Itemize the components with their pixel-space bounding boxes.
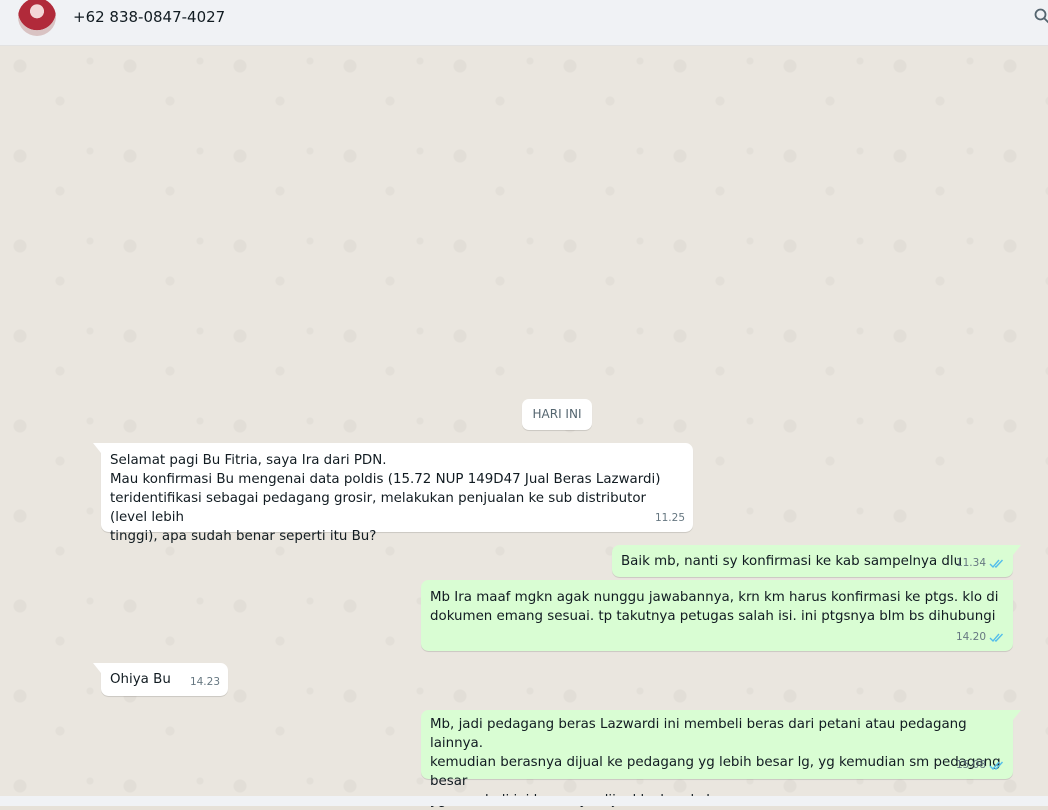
message-text: Baik mb, nanti sy konfirmasi ke kab samp… xyxy=(621,554,963,569)
double-check-icon xyxy=(989,559,1004,569)
date-divider: HARI INI xyxy=(522,399,592,430)
message-text: Selamat pagi Bu Fitria, saya Ira dari PD… xyxy=(110,453,661,544)
bubble-tail xyxy=(1013,710,1021,720)
double-check-icon xyxy=(989,633,1004,643)
message-meta: 14.23 xyxy=(190,673,220,692)
bubble-tail xyxy=(93,663,101,673)
message-time: 14.20 xyxy=(955,631,986,643)
message-outgoing[interactable]: Baik mb, nanti sy konfirmasi ke kab samp… xyxy=(612,545,1021,577)
message-meta: 11.34 xyxy=(956,554,1005,573)
search-icon[interactable] xyxy=(1034,8,1048,24)
double-check-icon xyxy=(989,761,1004,771)
bubble-tail xyxy=(1013,545,1021,555)
message-incoming[interactable]: Ohiya Bu 14.23 xyxy=(93,663,228,696)
message-time: 11.25 xyxy=(654,512,685,524)
message-meta: 15.08 xyxy=(956,756,1005,775)
message-time: 15.08 xyxy=(955,759,986,771)
message-meta: 14.20 xyxy=(956,628,1005,647)
contact-name[interactable]: +62 838-0847-4027 xyxy=(73,8,225,26)
bubble-tail xyxy=(93,443,101,453)
message-text: Mb Ira maaf mgkn agak nunggu jawabannya,… xyxy=(430,590,999,624)
message-outgoing[interactable]: Mb, jadi pedagang beras Lazwardi ini mem… xyxy=(421,710,1021,808)
message-time: 11.34 xyxy=(955,557,986,569)
chat-header: +62 838-0847-4027 xyxy=(0,0,1048,46)
message-meta: 11.25 xyxy=(655,509,685,528)
contact-avatar[interactable] xyxy=(18,0,56,36)
message-outgoing[interactable]: Mb Ira maaf mgkn agak nunggu jawabannya,… xyxy=(421,580,1013,651)
composer-strip xyxy=(0,796,1048,806)
message-time: 14.23 xyxy=(189,676,220,688)
message-incoming[interactable]: Selamat pagi Bu Fitria, saya Ira dari PD… xyxy=(93,443,693,544)
